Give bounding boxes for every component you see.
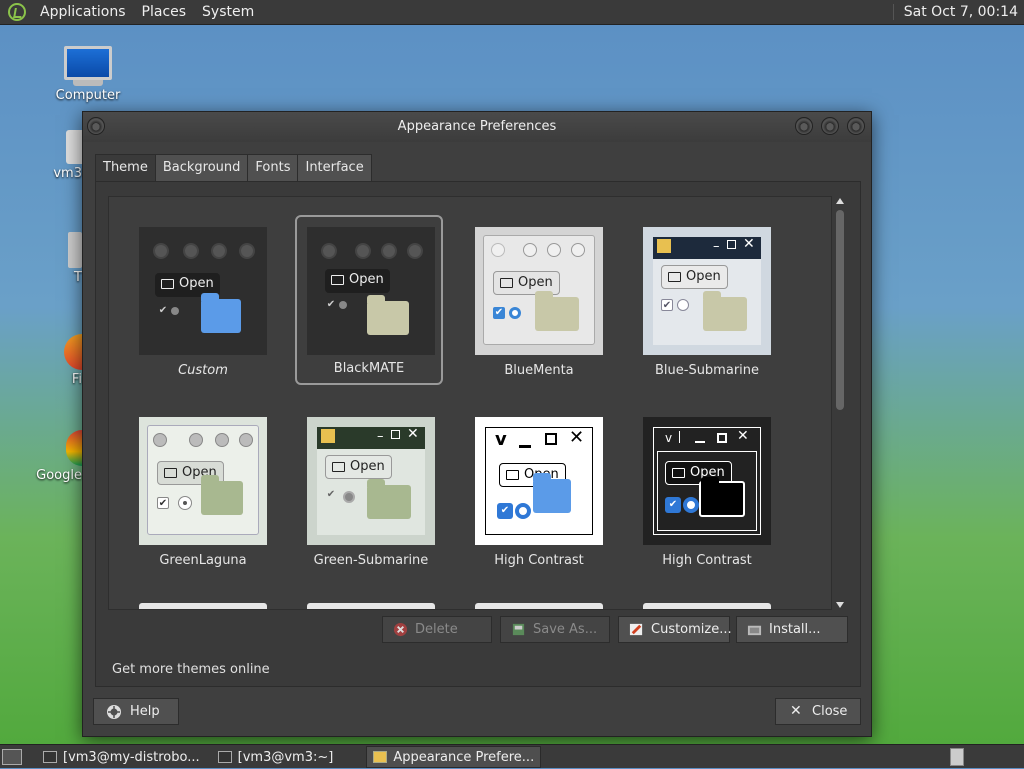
install-icon (747, 625, 762, 636)
close-button[interactable]: ✕ Close (775, 698, 861, 725)
save-as-button[interactable]: Save As... (500, 616, 610, 643)
window-menu-icon[interactable] (87, 117, 105, 135)
theme-preview: v ✕ Open ✔ (475, 417, 603, 545)
trash-icon (68, 232, 82, 268)
get-more-themes-link[interactable]: Get more themes online (112, 662, 270, 677)
close-window-icon[interactable] (847, 117, 865, 135)
theme-item-partial[interactable] (139, 603, 267, 609)
appearance-preferences-dialog: Appearance Preferences Theme Background … (82, 111, 872, 737)
task-terminal-distrobox[interactable]: [vm3@my-distrobo... (36, 746, 207, 768)
computer-icon (64, 46, 112, 80)
desktop-icon-chrome[interactable]: Google (30, 430, 82, 483)
delete-button[interactable]: Delete (382, 616, 492, 643)
titlebar[interactable]: Appearance Preferences (83, 112, 871, 142)
theme-preview: – ✕ Open ✔ (307, 417, 435, 545)
workspace-switcher[interactable] (950, 747, 964, 766)
desktop-icon-trash[interactable]: T (40, 232, 82, 285)
terminal-icon (43, 750, 57, 763)
theme-preview: Open ✔ (139, 417, 267, 545)
theme-item-high-contrast[interactable]: v ✕ Open ✔ High Contrast (455, 407, 603, 577)
help-icon (107, 705, 121, 719)
theme-name: BlueMenta (504, 363, 574, 378)
theme-name: Blue-Submarine (654, 363, 760, 378)
mate-logo-icon[interactable] (8, 3, 26, 21)
desktop-icon-computer[interactable]: Computer (48, 46, 128, 103)
menu-places[interactable]: Places (134, 4, 195, 20)
task-appearance-preferences[interactable]: Appearance Prefere... (366, 745, 542, 768)
theme-name: High Contrast (494, 553, 584, 568)
menu-applications[interactable]: Applications (32, 4, 134, 20)
install-button[interactable]: Install... (736, 616, 848, 643)
theme-preview: Open ✔ (475, 227, 603, 355)
theme-item-green-submarine[interactable]: – ✕ Open ✔ Green-Submarine (287, 407, 435, 577)
theme-item-partial[interactable] (643, 603, 771, 609)
desktop-icon-label: vm3 (53, 166, 82, 181)
terminal-icon (217, 750, 232, 763)
theme-item-blackmate[interactable]: Open ✔ BlackMATE (295, 215, 443, 385)
customize-button[interactable]: Customize... (618, 616, 732, 643)
theme-grid[interactable]: Open ✔ Custom Open ✔ BlackMATE Open ✔ Bl… (108, 196, 832, 610)
theme-preview: – ✕ Open ✔ (643, 227, 771, 355)
theme-item-greenlaguna[interactable]: Open ✔ GreenLaguna (119, 407, 267, 577)
tab-fonts[interactable]: Fonts (247, 154, 299, 182)
theme-name: High Contrast (662, 553, 752, 568)
theme-item-partial[interactable] (307, 603, 435, 609)
top-panel: Applications Places System Sat Oct 7, 00… (0, 0, 1024, 25)
help-button[interactable]: Help (93, 698, 179, 725)
desktop-icon-firefox[interactable]: Fi (40, 334, 82, 387)
theme-name: Green-Submarine (313, 553, 429, 568)
taskbar: [vm3@my-distrobo... [vm3@vm3:~] Appearan… (0, 744, 1024, 768)
menu-system[interactable]: System (194, 4, 262, 20)
theme-pane: Open ✔ Custom Open ✔ BlackMATE Open ✔ Bl… (95, 181, 861, 687)
window-title: Appearance Preferences (397, 119, 557, 134)
theme-grid-scrollbar[interactable] (833, 196, 847, 610)
task-terminal-vm3[interactable]: [vm3@vm3:~] (211, 746, 341, 768)
theme-name: Custom (178, 363, 228, 378)
appearance-icon (373, 750, 388, 763)
theme-preview: Open ✔ (139, 227, 267, 355)
theme-preview: Open ✔ (307, 227, 435, 355)
tab-bar: Theme Background Fonts Interface (95, 154, 372, 182)
maximize-icon[interactable] (821, 117, 839, 135)
theme-name: BlackMATE (333, 361, 405, 376)
scroll-down-icon[interactable] (836, 602, 844, 608)
theme-item-high-contrast-inverse[interactable]: v ✕ Open ✔ High Contrast (623, 407, 771, 577)
desktop-icon-label: Computer (55, 88, 121, 103)
tab-background[interactable]: Background (154, 154, 249, 182)
delete-icon (393, 622, 408, 637)
show-desktop-icon[interactable] (2, 748, 22, 765)
desktop-icon-label: T (74, 270, 82, 285)
save-icon (512, 623, 525, 636)
scrollbar-thumb[interactable] (836, 210, 844, 410)
theme-item-partial[interactable] (475, 603, 603, 609)
theme-item-blue-submarine[interactable]: – ✕ Open ✔ Blue-Submarine (623, 217, 771, 387)
firefox-icon (64, 334, 82, 370)
scroll-up-icon[interactable] (836, 198, 844, 204)
theme-item-bluementa[interactable]: Open ✔ BlueMenta (455, 217, 603, 387)
tab-theme[interactable]: Theme (95, 154, 156, 182)
tab-interface[interactable]: Interface (297, 154, 372, 182)
desktop-icon-label: Fi (71, 372, 82, 387)
close-icon: ✕ (790, 703, 802, 719)
theme-preview: v ✕ Open ✔ (643, 417, 771, 545)
minimize-icon[interactable] (795, 117, 813, 135)
desktop-icon-home[interactable]: vm3 (26, 130, 86, 181)
theme-item-custom[interactable]: Open ✔ Custom (119, 217, 267, 387)
customize-icon (629, 623, 643, 636)
clock[interactable]: Sat Oct 7, 00:14 (892, 4, 1024, 20)
theme-name: GreenLaguna (159, 553, 247, 568)
chrome-icon (66, 430, 82, 466)
desktop-icon-label: Google (36, 468, 82, 483)
